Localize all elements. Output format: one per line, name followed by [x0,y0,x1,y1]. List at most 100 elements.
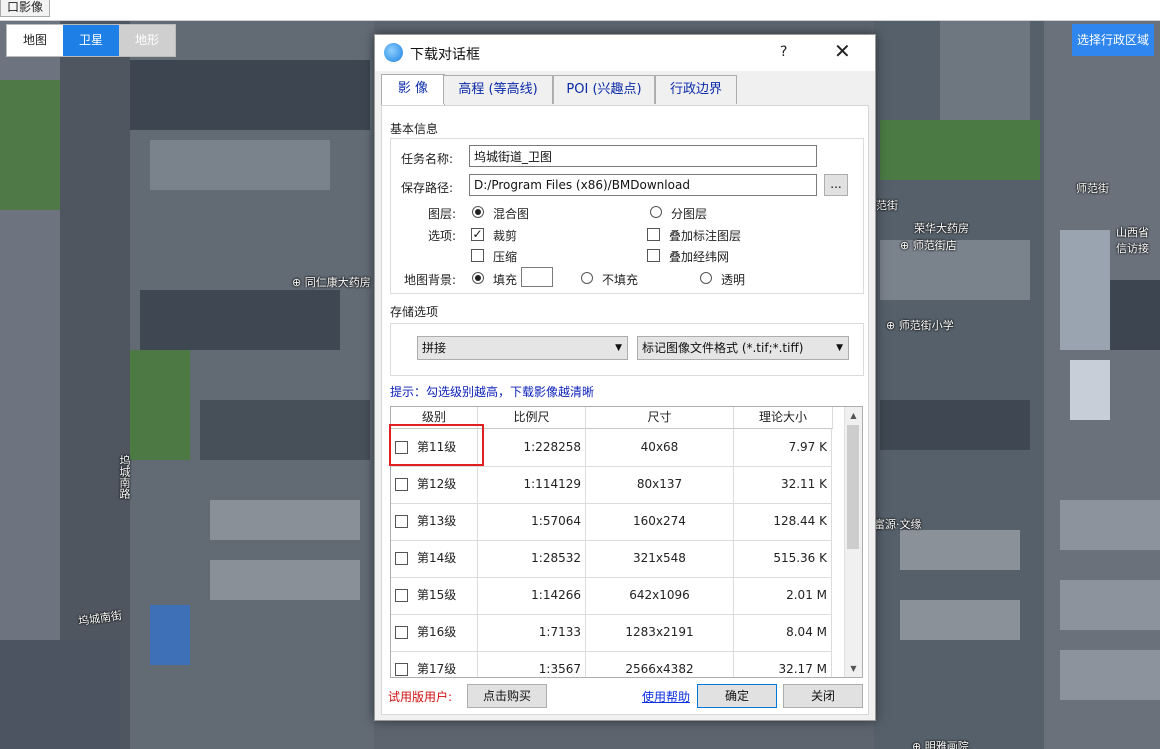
map-label-xinfang: 信访接 [1116,242,1149,255]
size-cell: 80x137 [586,466,734,503]
save-path-label: 保存路径: [401,181,454,195]
overlay-labels-checkbox[interactable] [647,228,660,241]
download-dialog: 下载对话框 ? ✕ 影 像 高程 (等高线) POI (兴趣点) 行政边界 基本… [374,34,876,721]
size-cell: 1283x2191 [586,614,734,651]
table-row[interactable]: 第16级 1:7133 1283x2191 8.04 M [391,614,832,652]
file-format-value: 标记图像文件格式 (*.tif;*.tiff) [642,341,804,355]
fill-color-swatch[interactable] [521,267,553,287]
table-row[interactable]: 第12级 1:114129 80x137 32.11 K [391,466,832,504]
chevron-down-icon: ▼ [836,343,843,353]
select-region-button[interactable]: 选择行政区域 [1072,24,1154,56]
layer-mixed-radio[interactable] [472,206,484,218]
highlight-box [389,424,484,466]
image-button[interactable]: 口影像 [0,0,51,17]
filesize-cell: 32.17 M [734,651,832,677]
section-storage: 存储选项 [390,305,439,319]
level-checkbox[interactable] [395,663,408,676]
col-header-scale[interactable]: 比例尺 [478,407,586,429]
map-label-mingya: ⊕ 明雅画院 [912,740,969,749]
col-header-filesize[interactable]: 理论大小 [734,407,833,429]
crop-label: 裁剪 [493,229,518,243]
task-name-label: 任务名称: [401,152,454,166]
crop-checkbox[interactable]: ✓ [471,228,484,241]
storage-mode-select[interactable]: 拼接 ▼ [417,336,628,360]
table-row[interactable]: 第13级 1:57064 160x274 128.44 K [391,503,832,541]
bg-nofill-label: 不填充 [602,273,639,287]
map-label-shifanjie-school: ⊕ 师范街小学 [886,319,954,332]
file-format-select[interactable]: 标记图像文件格式 (*.tif;*.tiff) ▼ [637,336,849,360]
scale-cell: 1:114129 [478,466,586,503]
overlay-grid-checkbox[interactable] [647,249,660,262]
scroll-down-icon[interactable]: ▼ [845,660,862,677]
background-label: 地图背景: [404,273,457,287]
map-label-wenyuan: 富源·文缘 [874,518,922,531]
compress-label: 压缩 [493,250,518,264]
filesize-cell: 2.01 M [734,577,832,614]
task-name-input[interactable] [469,145,817,167]
level-checkbox[interactable] [395,626,408,639]
map-label-shifanjie-store: ⊕ 师范街店 [900,239,957,252]
layer-split-radio[interactable] [650,206,662,218]
help-button[interactable]: ? [780,44,787,60]
scale-cell: 1:228258 [478,429,586,466]
compress-checkbox[interactable] [471,249,484,262]
filesize-cell: 128.44 K [734,503,832,540]
level-checkbox[interactable] [395,515,408,528]
size-cell: 40x68 [586,429,734,466]
table-row[interactable]: 第17级 1:3567 2566x4382 32.17 M [391,651,832,677]
filesize-cell: 7.97 K [734,429,832,466]
dialog-titlebar[interactable]: 下载对话框 ? ✕ [375,35,875,71]
top-toolbar: 口影像 [0,0,1160,21]
level-checkbox[interactable] [395,589,408,602]
dialog-title: 下载对话框 [410,47,480,63]
map-type-satellite[interactable]: 卫星 [63,25,119,56]
tab-poi[interactable]: POI (兴趣点) [553,75,655,104]
map-label-shanxi: 山西省 [1116,226,1149,239]
col-header-size[interactable]: 尺寸 [586,407,734,429]
ok-button[interactable]: 确定 [697,684,777,708]
filesize-cell: 515.36 K [734,540,832,577]
bg-transparent-label: 透明 [721,273,746,287]
storage-mode-value: 拼接 [422,341,447,355]
bg-nofill-radio[interactable] [581,272,593,284]
scroll-thumb[interactable] [847,425,859,549]
table-row[interactable]: 第14级 1:28532 321x548 515.36 K [391,540,832,578]
tab-panel-imagery: 基本信息 任务名称: 保存路径: ... 图层: 混合图 分图层 选项: ✓ 裁… [381,105,869,715]
close-button[interactable]: 关闭 [783,684,863,708]
save-path-input[interactable] [469,174,817,196]
map-type-terrain[interactable]: 地形 [119,25,175,56]
hint-text: 提示：勾选级别越高，下载影像越清晰 [390,385,595,399]
scale-cell: 1:28532 [478,540,586,577]
buy-button[interactable]: 点击购买 [467,684,547,708]
layer-split-label: 分图层 [671,207,708,221]
scale-cell: 1:3567 [478,651,586,677]
overlay-labels-label: 叠加标注图层 [669,229,742,243]
section-basic-info: 基本信息 [390,122,439,136]
storage-group: 拼接 ▼ 标记图像文件格式 (*.tif;*.tiff) ▼ [390,323,864,376]
close-icon[interactable]: ✕ [834,39,851,63]
map-label-wucheng-south-rd: 坞城南路 [118,455,131,499]
size-cell: 321x548 [586,540,734,577]
tab-admin-boundary[interactable]: 行政边界 [655,75,737,104]
basic-info-group: 任务名称: 保存路径: ... 图层: 混合图 分图层 选项: ✓ 裁剪 叠加标… [390,138,864,294]
help-link[interactable]: 使用帮助 [642,688,690,705]
chevron-down-icon: ▼ [615,343,622,353]
table-scrollbar[interactable]: ▲ ▼ [844,407,862,677]
bg-fill-radio[interactable] [472,272,484,284]
filesize-cell: 32.11 K [734,466,832,503]
map-label-tongrenkang: ⊕ 同仁康大药房 [292,276,371,289]
map-label-rongshengda: 荣华大药房 [914,222,969,235]
scroll-up-icon[interactable]: ▲ [845,407,862,424]
bg-transparent-radio[interactable] [700,272,712,284]
scale-cell: 1:7133 [478,614,586,651]
tab-elevation[interactable]: 高程 (等高线) [443,75,553,104]
size-cell: 2566x4382 [586,651,734,677]
map-type-map[interactable]: 地图 [7,25,63,56]
table-row[interactable]: 第15级 1:14266 642x1096 2.01 M [391,577,832,615]
level-checkbox[interactable] [395,552,408,565]
browse-button[interactable]: ... [824,174,848,196]
tab-imagery[interactable]: 影 像 [381,74,445,105]
layer-mixed-label: 混合图 [493,207,530,221]
trial-user-label: 试用版用户: [388,690,453,704]
level-checkbox[interactable] [395,478,408,491]
